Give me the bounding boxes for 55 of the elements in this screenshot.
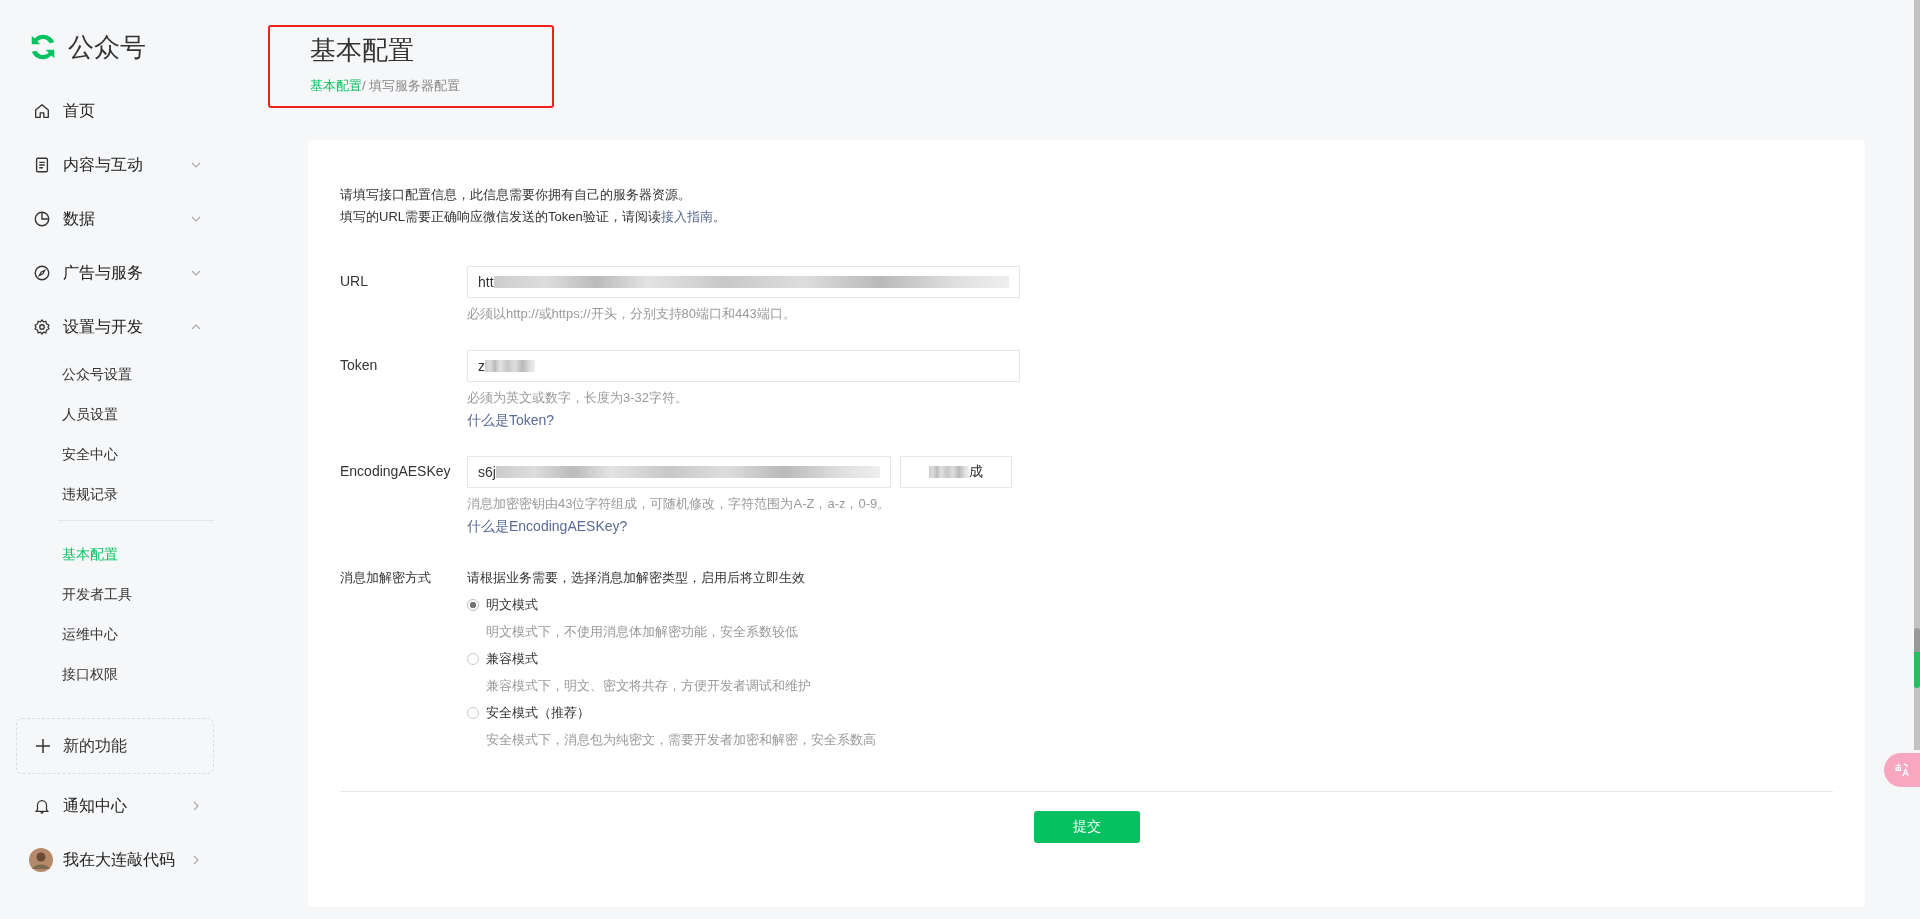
sub-nav-item[interactable]: 违规记录 — [16, 474, 214, 514]
radio-button[interactable] — [467, 599, 479, 611]
input-field[interactable]: s6j — [467, 456, 891, 488]
notification-item[interactable]: 通知中心 — [16, 782, 214, 830]
intro-text: 请填写接口配置信息，此信息需要你拥有自己的服务器资源。 — [340, 186, 692, 204]
breadcrumb-item: / 填写服务器配置 — [362, 78, 461, 93]
radio-button[interactable] — [467, 707, 479, 719]
nav-item[interactable]: 广告与服务 — [16, 246, 214, 300]
document-icon — [33, 156, 51, 174]
generate-button[interactable]: 成 — [900, 456, 1012, 488]
guide-link[interactable]: 接入指南 — [660, 209, 713, 224]
sub-nav-item[interactable]: 运维中心 — [16, 614, 214, 654]
new-feature-button[interactable]: 新的功能 — [16, 718, 214, 774]
field-label: URL — [340, 272, 369, 291]
compass-icon — [33, 264, 51, 282]
user-item[interactable]: 我在大连敲代码 — [16, 836, 214, 884]
bell-icon — [33, 797, 51, 815]
field-label: EncodingAESKey — [340, 462, 452, 481]
pie-chart-icon — [33, 210, 51, 228]
input-field[interactable]: z — [467, 350, 1020, 382]
input-field[interactable]: htt — [467, 266, 1020, 298]
option-description: 兼容模式下，明文、密文将共存，方便开发者调试和维护 — [486, 677, 812, 695]
help-link[interactable]: 什么是EncodingAESKey? — [467, 517, 1012, 535]
translate-button[interactable] — [1884, 753, 1920, 787]
radio-label[interactable]: 兼容模式 — [486, 650, 538, 668]
home-icon — [33, 102, 51, 120]
nav-item[interactable]: 内容与互动 — [16, 138, 214, 192]
hint-text: 必须为英文或数字，长度为3-32字符。 — [467, 389, 690, 407]
brand-name: 公众号 — [68, 30, 146, 64]
sub-nav-item[interactable]: 开发者工具 — [16, 574, 214, 614]
help-link[interactable]: 什么是Token? — [467, 411, 1020, 429]
translate-icon — [1893, 761, 1911, 779]
radio-label[interactable]: 安全模式（推荐） — [486, 704, 590, 722]
settings-icon — [33, 318, 51, 336]
nav-item[interactable]: 设置与开发 — [16, 300, 214, 354]
nav-item[interactable]: 首页 — [16, 84, 214, 138]
field-label: Token — [340, 356, 379, 375]
hint-text: 必须以http://或https://开头，分别支持80端口和443端口。 — [467, 305, 797, 323]
level-meter — [1914, 628, 1920, 688]
avatar — [29, 848, 53, 872]
field-label: 消息加解密方式 — [340, 569, 432, 587]
intro-text: 填写的URL需要正确响应微信发送的Token验证，请阅读接入指南。 — [340, 208, 727, 226]
nav-item[interactable]: 数据 — [16, 192, 214, 246]
sub-nav-item[interactable]: 安全中心 — [16, 434, 214, 474]
sub-nav-item[interactable]: 人员设置 — [16, 394, 214, 434]
hint-text: 消息加密密钥由43位字符组成，可随机修改，字符范围为A-Z，a-z，0-9。 — [467, 495, 892, 513]
option-description: 明文模式下，不使用消息体加解密功能，安全系数较低 — [486, 623, 799, 641]
page-title: 基本配置 — [310, 34, 415, 67]
sub-nav-item[interactable]: 接口权限 — [16, 654, 214, 694]
option-description: 安全模式下，消息包为纯密文，需要开发者加密和解密，安全系数高 — [486, 731, 876, 749]
mode-note: 请根据业务需要，选择消息加解密类型，启用后将立即生效 — [467, 569, 806, 587]
plus-icon — [35, 738, 51, 754]
radio-button[interactable] — [467, 653, 479, 665]
sub-nav-item[interactable]: 公众号设置 — [16, 354, 214, 394]
radio-label[interactable]: 明文模式 — [486, 596, 538, 614]
